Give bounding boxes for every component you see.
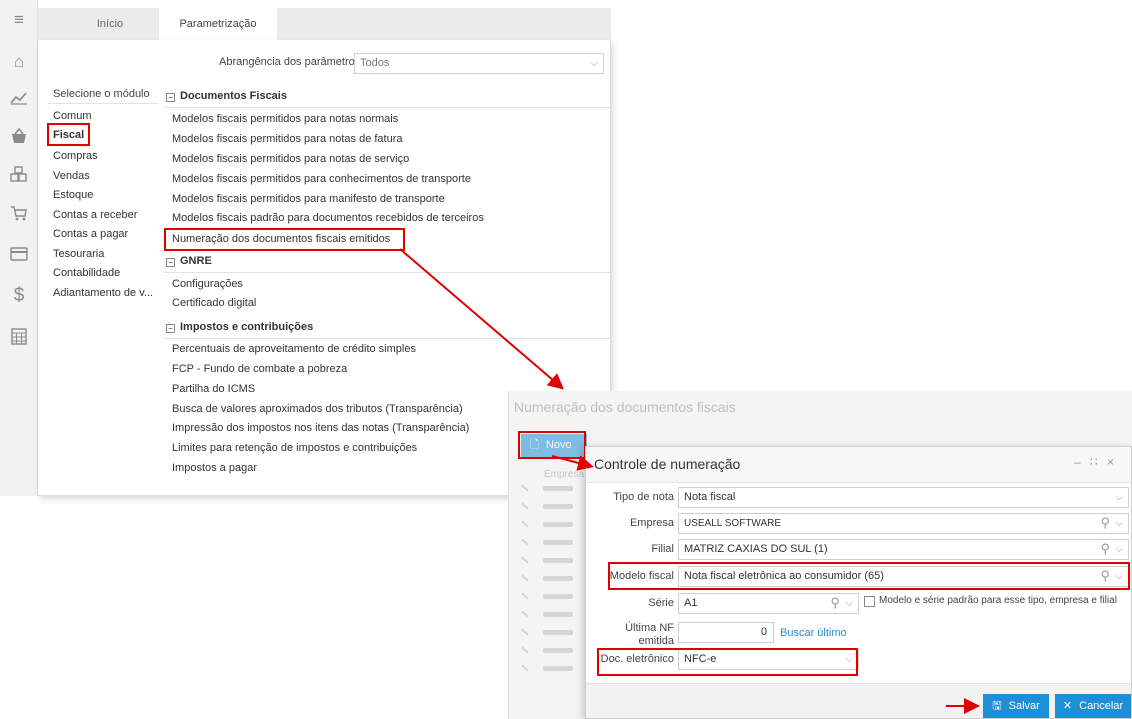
arrow-to-numeracao: [399, 248, 565, 390]
arrow-to-dialog: [551, 455, 594, 471]
annotation-arrows: [399, 248, 980, 714]
